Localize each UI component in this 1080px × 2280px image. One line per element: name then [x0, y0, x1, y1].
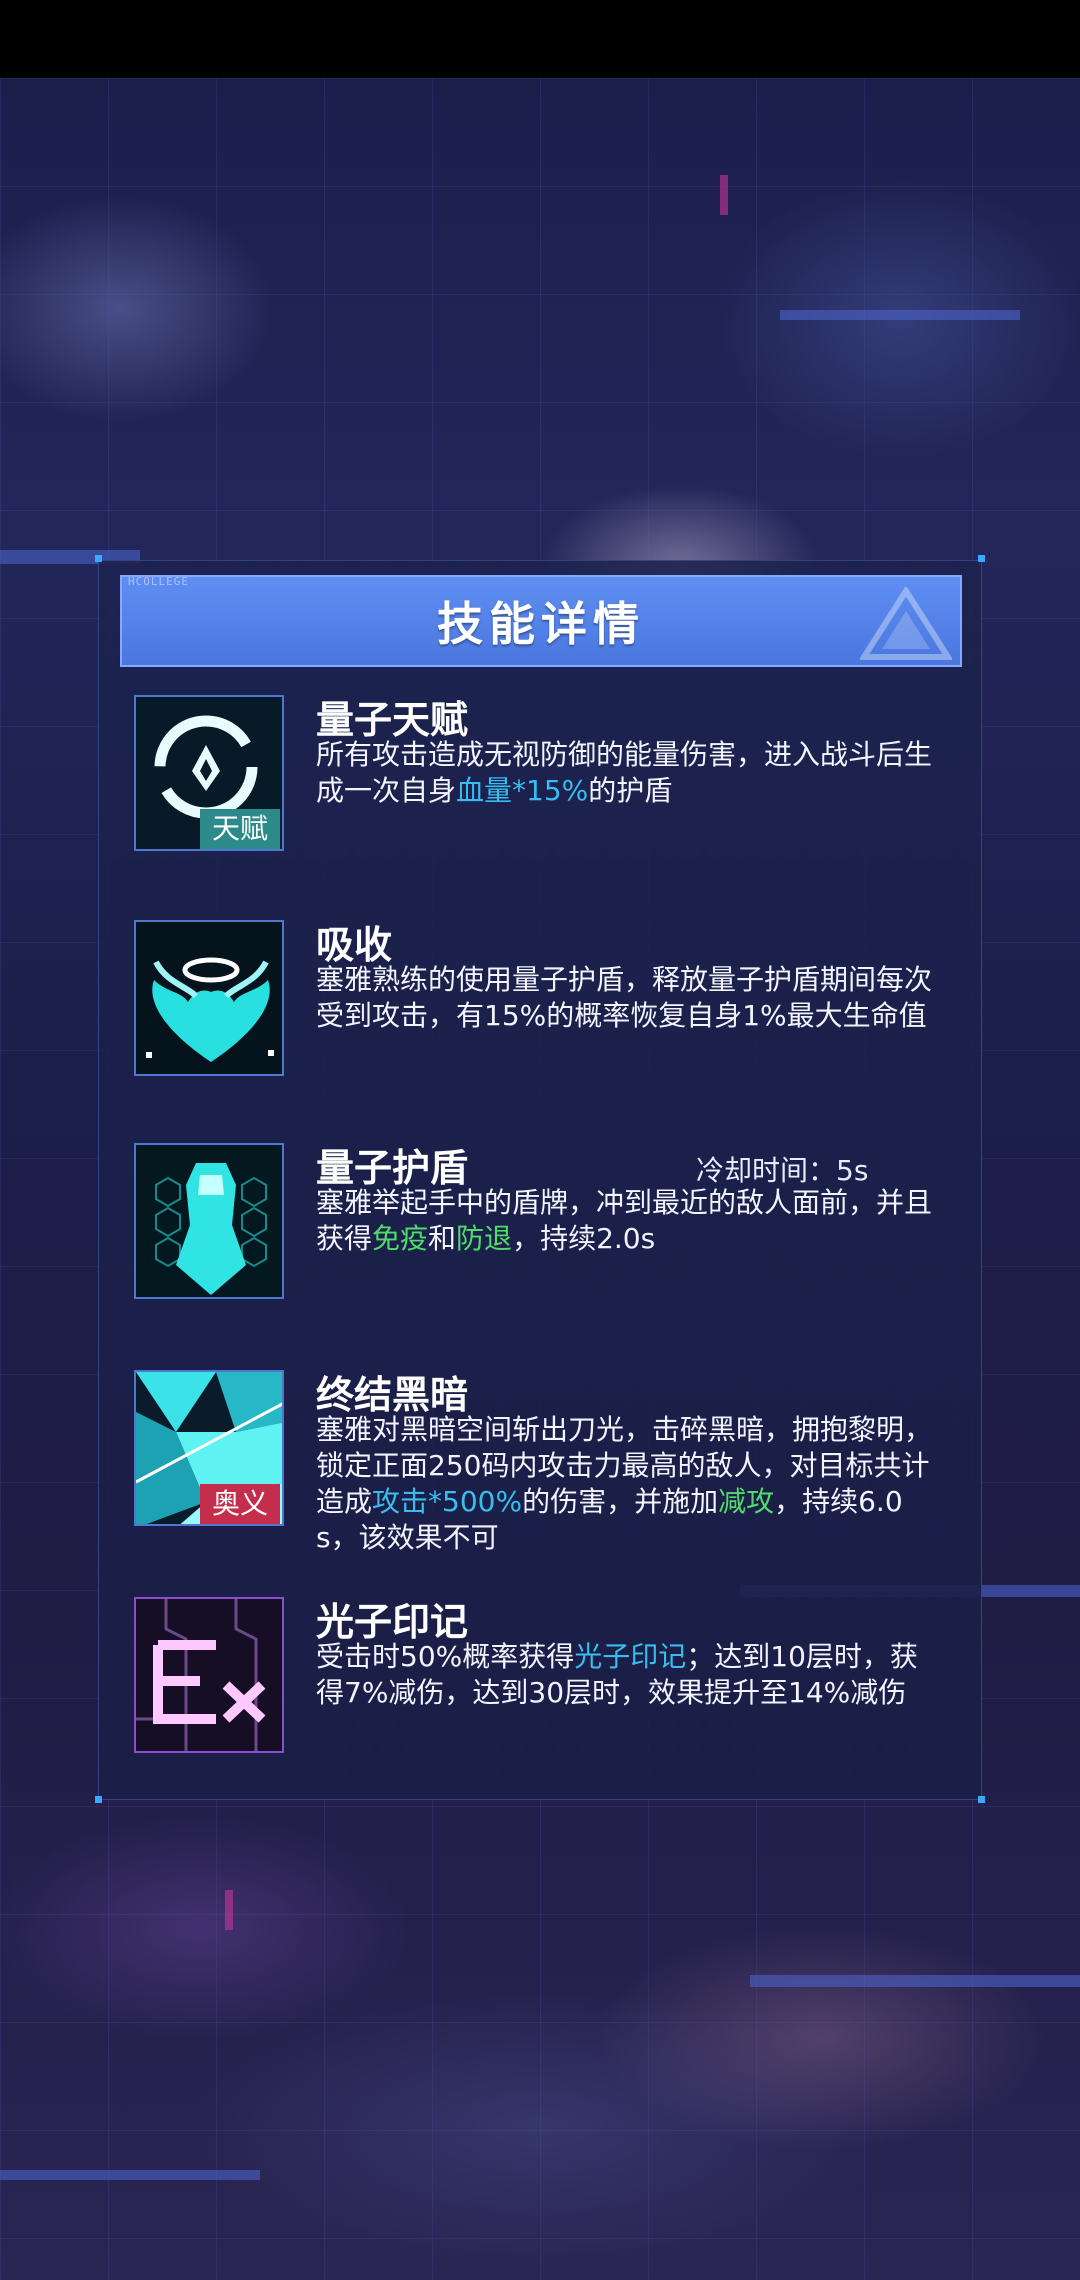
skill-item[interactable]: 吸收 塞雅熟练的使用量子护盾，释放量子护盾期间每次受到攻击，有15%的概率恢复自… [130, 920, 950, 1080]
skill-name: 光子印记 [316, 1600, 469, 1644]
header-watermark: HCOLLEGE [128, 575, 189, 588]
glitch-bar [720, 175, 728, 215]
skill-item[interactable]: 奥义 终结黑暗 塞雅对黑暗空间斩出刀光，击碎黑暗，拥抱黎明，锁定正面250码内攻… [130, 1370, 950, 1554]
skill-description: 所有攻击造成无视防御的能量伤害，进入战斗后生成一次自身血量*15%的护盾 [316, 738, 933, 807]
skill-name: 吸收 [316, 923, 393, 967]
skill-cooldown: 冷却时间：5s [696, 1154, 869, 1187]
quantum-talent-icon: 天赋 [134, 695, 284, 851]
end-darkness-icon: 奥义 [134, 1370, 284, 1526]
skill-name: 终结黑暗 [316, 1373, 469, 1417]
logo-icon [860, 587, 952, 660]
panel-corner [978, 555, 985, 562]
glitch-bar [780, 310, 1020, 320]
skill-name: 量子天赋 [316, 698, 469, 742]
panel-corner [95, 1796, 102, 1803]
skill-item[interactable]: 光子印记 受击时50%概率获得光子印记；达到10层时，获得7%减伤，达到30层时… [130, 1597, 950, 1757]
ex-photon-icon [134, 1597, 284, 1753]
glitch-bar [225, 1890, 233, 1930]
absorb-heart-icon [134, 920, 284, 1076]
glitch-bar [750, 1975, 1080, 1987]
skill-description: 受击时50%概率获得光子印记；达到10层时，获得7%减伤，达到30层时，效果提升… [316, 1640, 918, 1709]
tag-talent: 天赋 [200, 809, 281, 849]
status-bar [0, 0, 1080, 78]
panel-corner [95, 555, 102, 562]
tag-ultimate: 奥义 [200, 1484, 281, 1524]
skill-name: 量子护盾 [316, 1146, 469, 1190]
skill-description: 塞雅举起手中的盾牌，冲到最近的敌人面前，并且获得免疫和防退，持续2.0s [316, 1186, 933, 1255]
page-title: 技能详情 [437, 597, 645, 651]
skill-description: 塞雅对黑暗空间斩出刀光，击碎黑暗，拥抱黎明，锁定正面250码内攻击力最高的敌人，… [316, 1413, 933, 1554]
skill-item[interactable]: 量子护盾 冷却时间：5s 塞雅举起手中的盾牌，冲到最近的敌人面前，并且获得免疫和… [130, 1143, 950, 1303]
quantum-shield-icon [134, 1143, 284, 1299]
panel-header: 技能详情 [120, 575, 962, 667]
glitch-bar [0, 2170, 260, 2180]
panel-corner [978, 1796, 985, 1803]
skill-description: 塞雅熟练的使用量子护盾，释放量子护盾期间每次受到攻击，有15%的概率恢复自身1%… [316, 963, 933, 1032]
skill-item[interactable]: 天赋 量子天赋 所有攻击造成无视防御的能量伤害，进入战斗后生成一次自身血量*15… [130, 695, 950, 855]
